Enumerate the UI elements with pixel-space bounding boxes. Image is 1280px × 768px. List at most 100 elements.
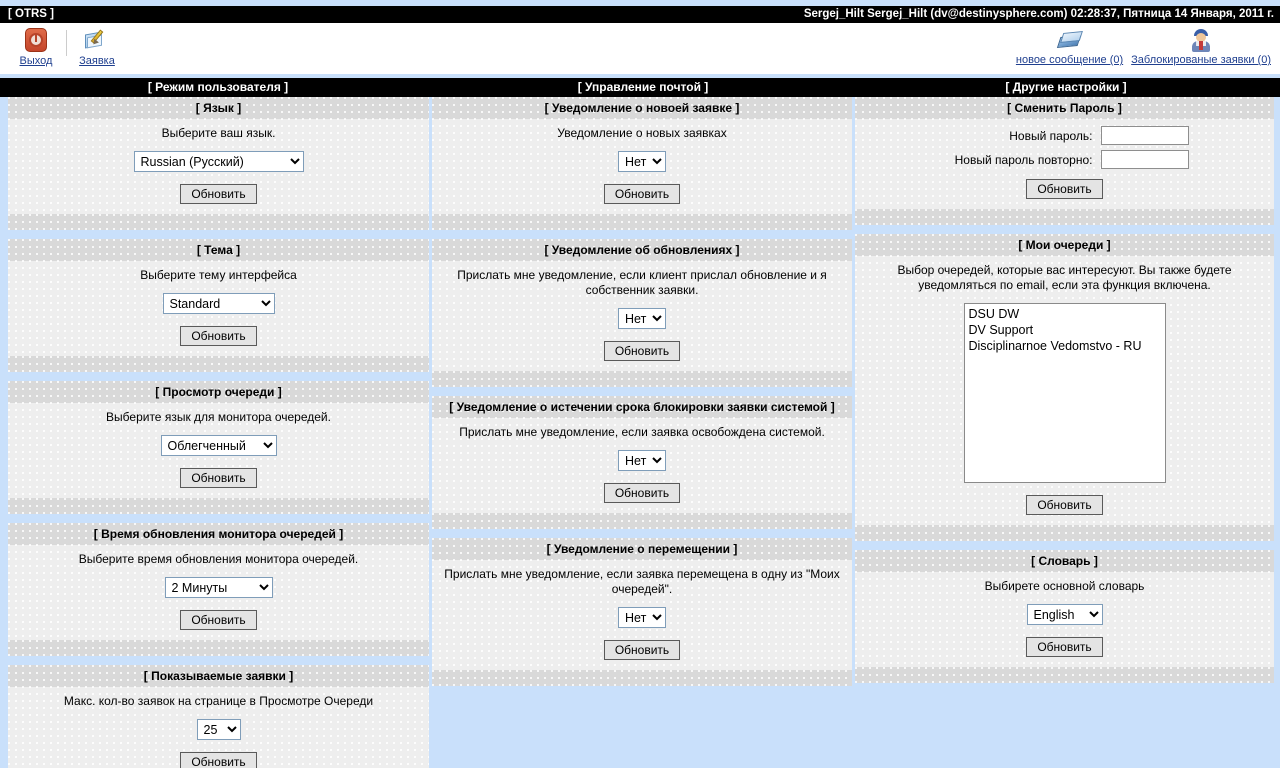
panel-dictionary-footer	[855, 667, 1274, 683]
panel-queue-view-desc: Выберите язык для монитора очередей.	[106, 410, 331, 424]
logout-button[interactable]: Выход	[12, 26, 60, 67]
queue-view-select[interactable]: Облегченный	[160, 435, 277, 456]
panel-language-footer	[8, 214, 429, 230]
panel-move-notify-body: Прислать мне уведомление, если заявка пе…	[432, 560, 852, 670]
panel-change-password-title: [ Сменить Пароль ]	[855, 97, 1274, 119]
language-update-button[interactable]: Обновить	[180, 184, 257, 204]
shown-tickets-select[interactable]: 25	[196, 719, 241, 740]
move-notify-update-button[interactable]: Обновить	[603, 640, 681, 660]
lock-timeout-notify-update-button[interactable]: Обновить	[603, 483, 681, 503]
panel-shown-tickets-title: [ Показываемые заявки ]	[8, 665, 429, 687]
panel-language-desc: Выберите ваш язык.	[161, 126, 276, 140]
column-header-mail-management: [ Управление почтой ]	[577, 80, 709, 94]
theme-update-button[interactable]: Обновить	[180, 326, 257, 346]
panel-language: [ Язык ] Выберите ваш язык. Russian (Рус…	[8, 97, 429, 230]
panel-language-title: [ Язык ]	[8, 97, 429, 119]
column-other-settings: [ Сменить Пароль ] Новый пароль: Новый п…	[855, 97, 1274, 768]
theme-select[interactable]: Standard	[162, 293, 275, 314]
books-icon	[1056, 26, 1084, 54]
panel-follow-up-notify-desc: Прислать мне уведомление, если клиент пр…	[457, 268, 827, 297]
refresh-time-select[interactable]: 2 Минуты	[164, 577, 273, 598]
panel-queue-view-footer	[8, 498, 429, 514]
panel-lock-timeout-notify: [ Уведомление о истечении срока блокиров…	[432, 396, 852, 529]
lock-timeout-notify-select[interactable]: Нет	[618, 450, 666, 471]
otrs-preferences-page: [ OTRS ] Sergej_Hilt Sergej_Hilt (dv@des…	[0, 0, 1280, 768]
repeat-password-row: Новый пароль повторно:	[865, 150, 1264, 169]
my-queues-update-button[interactable]: Обновить	[1026, 495, 1103, 515]
panel-my-queues: [ Мои очереди ] Выбор очередей, которые …	[855, 234, 1274, 541]
repeat-password-field[interactable]	[1100, 150, 1189, 169]
panel-follow-up-notify: [ Уведомление об обновлениях ] Прислать …	[432, 239, 852, 387]
panel-follow-up-notify-title: [ Уведомление об обновлениях ]	[432, 239, 852, 261]
toolbar-left-group: Выход Заявка	[12, 26, 121, 67]
dictionary-update-button[interactable]: Обновить	[1026, 637, 1103, 657]
new-ticket-notify-update-button[interactable]: Обновить	[603, 184, 681, 204]
my-queues-listbox[interactable]: DSU DW DV Support Disciplinarnoe Vedomst…	[963, 303, 1166, 483]
dictionary-select[interactable]: English	[1026, 604, 1103, 625]
panel-queue-view-body: Выберите язык для монитора очередей. Обл…	[8, 403, 429, 498]
list-item[interactable]: Disciplinarnoe Vedomstvo - RU	[968, 338, 1162, 354]
panel-dictionary-body: Выбирете основной словарь English Обнови…	[855, 572, 1274, 667]
panel-queue-view-title: [ Просмотр очереди ]	[8, 381, 429, 403]
panel-move-notify: [ Уведомление о перемещении ] Прислать м…	[432, 538, 852, 686]
panel-theme-footer	[8, 356, 429, 372]
language-select[interactable]: Russian (Русский)	[133, 151, 304, 172]
queue-view-update-button[interactable]: Обновить	[180, 468, 257, 488]
panel-dictionary-title: [ Словарь ]	[855, 550, 1274, 572]
panel-theme-body: Выберите тему интерфейса Standard Обнови…	[8, 261, 429, 356]
move-notify-select[interactable]: Нет	[618, 607, 666, 628]
column-user-mode: [ Язык ] Выберите ваш язык. Russian (Рус…	[8, 97, 429, 768]
app-title: [ OTRS ]	[8, 8, 54, 20]
panel-shown-tickets: [ Показываемые заявки ] Макс. кол-во зая…	[8, 665, 429, 768]
panel-refresh-time-desc: Выберите время обновления монитора очере…	[78, 552, 359, 566]
panel-new-ticket-notify-desc: Уведомление о новых заявках	[557, 126, 727, 140]
column-header-user-mode: [ Режим пользователя ]	[147, 80, 289, 94]
panel-change-password-body: Новый пароль: Новый пароль повторно: Обн…	[855, 119, 1274, 209]
panel-lock-timeout-notify-title: [ Уведомление о истечении срока блокиров…	[432, 396, 852, 418]
list-item[interactable]: DV Support	[968, 322, 1162, 338]
preferences-columns: [ Язык ] Выберите ваш язык. Russian (Рус…	[0, 97, 1280, 768]
panel-move-notify-desc: Прислать мне уведомление, если заявка пе…	[444, 567, 840, 596]
panel-my-queues-footer	[855, 525, 1274, 541]
new-ticket-note-icon	[84, 26, 110, 54]
panel-new-ticket-notify: [ Уведомление о новоей заявке ] Уведомле…	[432, 97, 852, 230]
panel-lock-timeout-notify-desc: Прислать мне уведомление, если заявка ос…	[459, 425, 825, 439]
new-ticket-button[interactable]: Заявка	[73, 26, 121, 67]
follow-up-notify-update-button[interactable]: Обновить	[603, 341, 681, 361]
panel-follow-up-notify-body: Прислать мне уведомление, если клиент пр…	[432, 261, 852, 371]
panel-dictionary: [ Словарь ] Выбирете основной словарь En…	[855, 550, 1274, 683]
column-header-other-settings: [ Другие настройки ]	[1005, 80, 1127, 94]
panel-theme-desc: Выберите тему интерфейса	[140, 268, 297, 282]
panel-refresh-time-footer	[8, 640, 429, 656]
new-password-field[interactable]	[1100, 126, 1189, 145]
logout-label: Выход	[19, 55, 53, 67]
panel-my-queues-desc: Выбор очередей, которые вас интересуют. …	[897, 263, 1232, 292]
new-message-button[interactable]: новое сообщение (0)	[1013, 26, 1126, 66]
new-password-row: Новый пароль:	[865, 126, 1264, 145]
panel-change-password: [ Сменить Пароль ] Новый пароль: Новый п…	[855, 97, 1274, 225]
panel-theme: [ Тема ] Выберите тему интерфейса Standa…	[8, 239, 429, 372]
panel-refresh-time: [ Время обновления монитора очередей ] В…	[8, 523, 429, 656]
panel-refresh-time-body: Выберите время обновления монитора очере…	[8, 545, 429, 640]
column-headers-bar: [ Режим пользователя ] [ Управление почт…	[0, 78, 1280, 97]
shown-tickets-update-button[interactable]: Обновить	[180, 752, 257, 768]
panel-change-password-footer	[855, 209, 1274, 225]
locked-tickets-button[interactable]: Заблокированые заявки (0)	[1128, 26, 1274, 66]
panel-new-ticket-notify-body: Уведомление о новых заявках Нет Обновить	[432, 119, 852, 214]
refresh-time-update-button[interactable]: Обновить	[180, 610, 257, 630]
panel-new-ticket-notify-footer	[432, 214, 852, 230]
list-item[interactable]: DSU DW	[968, 306, 1162, 322]
password-update-button[interactable]: Обновить	[1026, 179, 1103, 199]
panel-language-body: Выберите ваш язык. Russian (Русский) Обн…	[8, 119, 429, 214]
column-mail-management: [ Уведомление о новоей заявке ] Уведомле…	[432, 97, 852, 768]
new-message-label: новое сообщение (0)	[1015, 54, 1124, 66]
new-ticket-notify-select[interactable]: Нет	[618, 151, 666, 172]
person-icon	[1190, 26, 1212, 54]
panel-theme-title: [ Тема ]	[8, 239, 429, 261]
panel-new-ticket-notify-title: [ Уведомление о новоей заявке ]	[432, 97, 852, 119]
new-password-label: Новый пароль:	[1009, 128, 1093, 143]
panel-dictionary-desc: Выбирете основной словарь	[984, 579, 1145, 593]
toolbar-right-group: новое сообщение (0) Заблокированые заявк…	[1013, 26, 1274, 66]
window-titlebar: [ OTRS ] Sergej_Hilt Sergej_Hilt (dv@des…	[0, 6, 1280, 23]
follow-up-notify-select[interactable]: Нет	[618, 308, 666, 329]
